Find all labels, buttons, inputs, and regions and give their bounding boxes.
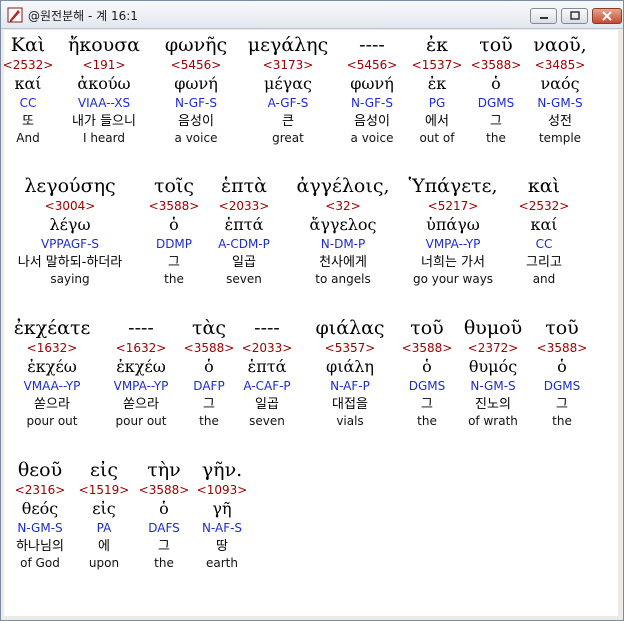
- greek-word: καὶ: [527, 175, 561, 197]
- korean-gloss: 땅: [216, 539, 228, 554]
- strong-number: <2532>: [518, 199, 570, 213]
- word-block[interactable]: τοῦ <3588> ὁ DGMS 그 the: [492, 315, 624, 429]
- close-icon: [602, 11, 612, 21]
- title-bar[interactable]: @원전분해 - 계 16:1: [1, 1, 623, 29]
- strong-number: <1093>: [196, 483, 248, 497]
- lemma: ναός: [540, 74, 580, 93]
- minimize-button[interactable]: [530, 8, 557, 24]
- morphology-code: DGMS: [543, 379, 581, 393]
- greek-word: ναοῦ,: [533, 34, 587, 56]
- interlinear-view[interactable]: Καὶ <2532> καί CC 또 And ἤκουσα <191> ἀκούω VIAA--…: [3, 30, 618, 616]
- english-gloss: and: [532, 272, 556, 286]
- maximize-button[interactable]: [561, 8, 588, 24]
- korean-gloss: 그리고: [526, 255, 562, 270]
- maximize-icon: [569, 11, 580, 20]
- lemma: ὁ: [557, 357, 567, 376]
- word-block[interactable]: καὶ <2532> καί CC 그리고 and: [474, 173, 614, 287]
- strong-number: <3485>: [534, 58, 586, 72]
- word-block[interactable]: ναοῦ, <3485> ναός N-GM-S 성전 temple: [490, 32, 624, 146]
- morphology-code: CC: [535, 237, 553, 251]
- word-block[interactable]: γῆν. <1093> γῆ N-AF-S 땅 earth: [152, 457, 292, 571]
- window-title: @원전분해 - 계 16:1: [28, 9, 138, 23]
- morphology-code: N-GM-S: [537, 96, 583, 110]
- korean-gloss: 성전: [548, 114, 572, 129]
- english-gloss: the: [552, 414, 572, 428]
- korean-gloss: 그: [556, 397, 568, 412]
- english-gloss: temple: [538, 131, 582, 145]
- close-button[interactable]: [592, 8, 622, 24]
- minimize-icon: [539, 17, 548, 19]
- greek-word: τοῦ: [545, 317, 579, 339]
- strong-number: <3588>: [536, 341, 588, 355]
- morphology-code: N-AF-S: [201, 521, 243, 535]
- lemma: καί: [530, 215, 558, 234]
- app-window: @원전분해 - 계 16:1 Καὶ <2532> καί CC 또 And ἤκουσα <…: [0, 0, 624, 621]
- lemma: γῆ: [212, 499, 232, 518]
- greek-word: γῆν.: [201, 459, 243, 481]
- english-gloss: earth: [206, 556, 238, 570]
- app-icon: [7, 7, 23, 23]
